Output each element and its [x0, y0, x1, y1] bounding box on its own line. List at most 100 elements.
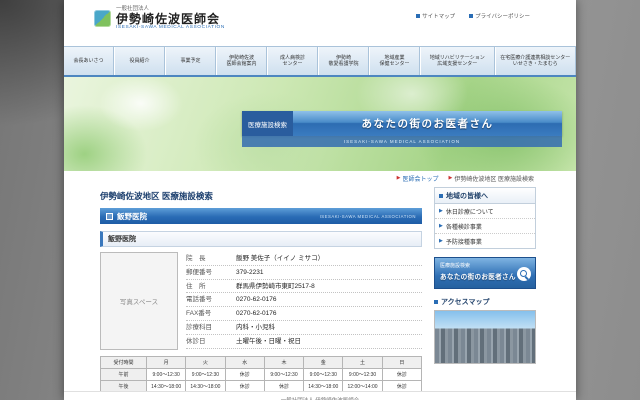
- privacy-link-label: プライバシーポリシー: [475, 12, 530, 20]
- hours-day-header: 水: [225, 357, 264, 369]
- hours-day-header: 日: [382, 357, 421, 369]
- detail-row: 診療科目 内科・小児科: [186, 321, 422, 335]
- detail-value: 内科・小児科: [236, 324, 422, 332]
- nav-tab-hall-guide[interactable]: 伊勢崎佐波 医師会館案内: [216, 47, 267, 75]
- hours-row-label: 午前: [101, 369, 147, 381]
- access-map-title: アクセスマップ: [434, 297, 536, 307]
- sidebar-item-vaccinations[interactable]: ▶ 予防接種事業: [435, 234, 535, 248]
- hours-day-header: 木: [264, 357, 303, 369]
- clinic-section-header: 飯野医院: [100, 231, 422, 247]
- nav-tab-officers[interactable]: 役員紹介: [114, 47, 165, 75]
- nav-tab-screening-center[interactable]: 成人病検診 センター: [267, 47, 318, 75]
- nav-tab-occupational-health-center[interactable]: 地域産業 保健センター: [369, 47, 420, 75]
- photo-placeholder: 写真スペース: [100, 252, 178, 350]
- site-header: 一般社団法人 伊勢崎佐波医師会 ISESAKI-SAWA MEDICAL ASS…: [64, 0, 576, 46]
- clinic-details-table: 院 長 飯野 美佐子（イイノ ミサコ） 郵便番号 379-2231 住 所 群馬…: [186, 252, 422, 350]
- sidebar-item-label: 休日診療について: [446, 207, 494, 216]
- utility-links: サイトマップ プライバシーポリシー: [416, 12, 530, 20]
- page: 一般社団法人 伊勢崎佐波医師会 ISESAKI-SAWA MEDICAL ASS…: [64, 0, 576, 400]
- hours-cell: 9:00～12:30: [264, 369, 303, 381]
- hours-cell: 休診: [382, 381, 421, 392]
- breadcrumb-top-label: 医師会トップ: [402, 174, 438, 183]
- hero-banner-top: 医療施設検索 あなたの街のお医者さん: [242, 111, 562, 136]
- detail-row: 電話番号 0270-62-0176: [186, 293, 422, 307]
- breadcrumb: ▶ 医師会トップ ▶ 伊勢崎佐波地区 医療施設検索: [64, 171, 576, 185]
- detail-label: 休診日: [186, 338, 236, 346]
- sidebar-item-label: 各種検診事業: [446, 222, 482, 231]
- logo-text: 一般社団法人 伊勢崎佐波医師会 ISESAKI-SAWA MEDICAL ASS…: [116, 7, 225, 30]
- sitemap-link[interactable]: サイトマップ: [416, 12, 455, 20]
- hours-day-header: 火: [186, 357, 225, 369]
- hours-cell: 休診: [225, 369, 264, 381]
- arrow-right-icon: ▶: [439, 223, 443, 229]
- hours-cell: 休診: [264, 381, 303, 392]
- residents-box-title-label: 地域の皆様へ: [446, 191, 488, 201]
- sitemap-link-label: サイトマップ: [422, 12, 455, 20]
- hours-cell: 12:00～14:00: [343, 381, 382, 392]
- nav-tab-homecare-center[interactable]: 在宅医療介護連携相談センター いせさき・たまむら: [495, 47, 577, 75]
- main-column: 伊勢崎佐波地区 医療施設検索 飯野医院 ISESAKI-SAWA MEDICAL…: [100, 187, 422, 391]
- hero-banner-title: あなたの街のお医者さん: [293, 111, 562, 136]
- global-nav: 会長あいさつ 役員紹介 事業予定 伊勢崎佐波 医師会館案内 成人病検診 センター…: [64, 46, 576, 77]
- search-banner-small: 医療施設検索: [440, 262, 530, 269]
- privacy-policy-link[interactable]: プライバシーポリシー: [469, 12, 530, 20]
- hours-cell: 9:00～12:30: [186, 369, 225, 381]
- hero-banner-label: 医療施設検索: [242, 111, 293, 136]
- square-bullet-icon: [434, 300, 438, 304]
- breadcrumb-arrow-icon: ▶: [448, 175, 452, 181]
- hours-day-header: 土: [343, 357, 382, 369]
- detail-value: 飯野 美佐子（イイノ ミサコ）: [236, 255, 422, 263]
- access-map-photo[interactable]: [434, 310, 536, 364]
- hours-cell: 14:30～18:00: [304, 381, 343, 392]
- facility-search-banner[interactable]: 医療施設検索 あなたの街のお医者さん: [434, 257, 536, 289]
- hours-cell: 9:00～12:30: [304, 369, 343, 381]
- detail-label: 院 長: [186, 255, 236, 263]
- association-logo-icon: [94, 10, 111, 27]
- detail-value: 0270-62-0176: [236, 310, 422, 318]
- nav-tab-rehabilitation-center[interactable]: 地域リハビリテーション 広域支援センター: [420, 47, 495, 75]
- detail-value: 0270-62-0176: [236, 296, 422, 304]
- detail-label: 郵便番号: [186, 269, 236, 277]
- detail-value: 379-2231: [236, 269, 422, 277]
- sidebar: 地域の皆様へ ▶ 休日診療について ▶ 各種検診事業 ▶ 予防接種事業 医療施設…: [434, 187, 536, 391]
- facility-name: 飯野医院: [117, 211, 320, 222]
- nav-tab-schedule[interactable]: 事業予定: [165, 47, 216, 75]
- square-bullet-icon: [416, 14, 420, 18]
- sidebar-item-holiday-care[interactable]: ▶ 休日診療について: [435, 204, 535, 219]
- page-title: 伊勢崎佐波地区 医療施設検索: [100, 190, 422, 202]
- site-title: 伊勢崎佐波医師会: [116, 13, 225, 26]
- sidebar-item-label: 予防接種事業: [446, 237, 482, 246]
- hero-search-banner[interactable]: 医療施設検索 あなたの街のお医者さん ISESAKI-SAWA MEDICAL …: [242, 111, 562, 147]
- detail-row: 郵便番号 379-2231: [186, 266, 422, 280]
- sidebar-box-title: 地域の皆様へ: [435, 188, 535, 204]
- square-bullet-icon: [469, 14, 473, 18]
- footer-text: 一般社団法人 伊勢崎佐波医師会: [64, 391, 576, 400]
- magnifier-go-icon: [517, 267, 531, 281]
- hours-day-header: 月: [147, 357, 186, 369]
- hero-image: 医療施設検索 あなたの街のお医者さん ISESAKI-SAWA MEDICAL …: [64, 77, 576, 171]
- hero-banner-subtitle: ISESAKI-SAWA MEDICAL ASSOCIATION: [242, 136, 562, 147]
- breadcrumb-arrow-icon: ▶: [397, 175, 401, 181]
- access-map-title-label: アクセスマップ: [441, 297, 489, 307]
- facility-grid-icon: [106, 213, 113, 220]
- detail-row: 休診日 土曜午後・日曜・祝日: [186, 335, 422, 349]
- detail-row: 院 長 飯野 美佐子（イイノ ミサコ）: [186, 252, 422, 266]
- sidebar-box-residents: 地域の皆様へ ▶ 休日診療について ▶ 各種検診事業 ▶ 予防接種事業: [434, 187, 536, 249]
- hours-table: 受付時間 月 火 水 木 金 土 日 午前 9:00～12:30 9:00～12…: [100, 356, 422, 391]
- nav-tab-chairman-greeting[interactable]: 会長あいさつ: [64, 47, 114, 75]
- hours-cell: 14:30～18:00: [147, 381, 186, 392]
- hours-row-label: 午後: [101, 381, 147, 392]
- sidebar-item-screenings[interactable]: ▶ 各種検診事業: [435, 219, 535, 234]
- content-area: 伊勢崎佐波地区 医療施設検索 飯野医院 ISESAKI-SAWA MEDICAL…: [64, 185, 576, 391]
- nav-tab-nursing-school[interactable]: 伊勢崎 敬愛看護学院: [318, 47, 369, 75]
- clinic-detail-block: 写真スペース 院 長 飯野 美佐子（イイノ ミサコ） 郵便番号 379-2231…: [100, 252, 422, 350]
- breadcrumb-link-top[interactable]: ▶ 医師会トップ: [397, 174, 439, 183]
- detail-label: 住 所: [186, 283, 236, 291]
- detail-value: 群馬県伊勢崎市東町2517-8: [236, 283, 422, 291]
- hours-cell: 休診: [225, 381, 264, 392]
- square-bullet-icon: [439, 194, 443, 198]
- facility-header-sub: ISESAKI-SAWA MEDICAL ASSOCIATION: [320, 214, 416, 219]
- arrow-right-icon: ▶: [439, 208, 443, 214]
- hours-corner-cell: 受付時間: [101, 357, 147, 369]
- detail-label: 電話番号: [186, 296, 236, 304]
